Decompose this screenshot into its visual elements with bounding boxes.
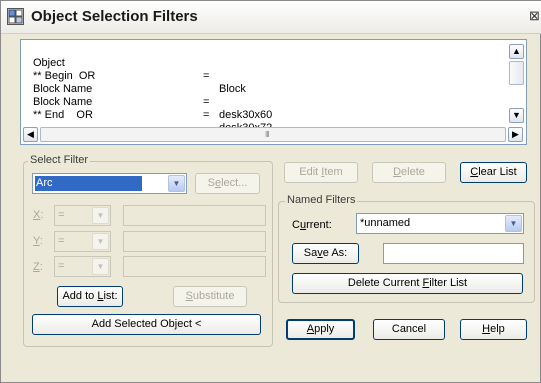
y-operator-value: = xyxy=(58,235,65,247)
filter-list[interactable]: Object = Block ** Begin OR Block Name = … xyxy=(20,39,527,145)
cancel-button[interactable]: Cancel xyxy=(373,319,445,340)
help-button[interactable]: Help xyxy=(460,319,527,340)
vertical-scroll-thumb[interactable] xyxy=(509,61,524,85)
y-value-field[interactable] xyxy=(123,231,266,252)
x-operator-combo[interactable]: = ▼ xyxy=(54,205,111,226)
current-filter-combo[interactable]: *unnamed ▼ xyxy=(356,213,524,234)
horizontal-scroll-thumb[interactable]: III xyxy=(40,127,506,142)
filter-dialog-icon xyxy=(7,8,24,25)
z-operator-combo[interactable]: = ▼ xyxy=(54,256,111,277)
chevron-down-icon[interactable]: ▼ xyxy=(92,258,109,275)
add-selected-object-button[interactable]: Add Selected Object < xyxy=(32,314,261,335)
scroll-down-icon[interactable]: ▼ xyxy=(509,108,524,123)
filter-type-value: Arc xyxy=(36,177,53,189)
y-label: Y: xyxy=(33,235,43,247)
scroll-left-icon[interactable]: ◀ xyxy=(23,127,38,142)
close-icon[interactable]: ⊠ xyxy=(529,8,540,24)
chevron-down-icon[interactable]: ▼ xyxy=(505,215,522,232)
title-bar[interactable]: Object Selection Filters ⊠ xyxy=(1,1,541,34)
list-item[interactable]: ** Begin OR xyxy=(33,57,95,82)
horizontal-scrollbar[interactable]: ◀ III ▶ xyxy=(22,126,525,143)
chevron-down-icon[interactable]: ▼ xyxy=(92,207,109,224)
delete-button[interactable]: Delete xyxy=(372,162,446,183)
x-label: X: xyxy=(33,209,44,221)
named-filters-label: Named Filters xyxy=(285,194,358,206)
clear-list-button[interactable]: Clear List xyxy=(460,162,527,183)
vertical-scrollbar[interactable]: ▲ ▼ xyxy=(508,41,525,126)
list-item[interactable]: Block Name = desk30x60 xyxy=(33,70,272,121)
scroll-right-icon[interactable]: ▶ xyxy=(508,127,523,142)
chevron-down-icon[interactable]: ▼ xyxy=(92,233,109,250)
z-label: Z: xyxy=(33,261,43,273)
z-value-field[interactable] xyxy=(123,256,266,277)
substitute-button[interactable]: Substitute xyxy=(173,286,247,307)
edit-item-button[interactable]: Edit Item xyxy=(284,162,358,183)
apply-button[interactable]: Apply xyxy=(286,319,355,340)
list-item[interactable]: Block Name = desk30x72 xyxy=(33,83,272,134)
select-filter-label: Select Filter xyxy=(28,154,91,166)
add-to-list-button[interactable]: Add to List: xyxy=(57,286,123,307)
list-item[interactable]: Object = Block xyxy=(33,44,246,95)
z-operator-value: = xyxy=(58,260,65,272)
chevron-down-icon[interactable]: ▼ xyxy=(168,175,185,192)
save-as-name-field[interactable] xyxy=(383,243,524,264)
object-selection-filters-dialog: Object Selection Filters ⊠ Object = Bloc… xyxy=(0,0,541,383)
delete-current-filter-list-button[interactable]: Delete Current Filter List xyxy=(292,273,523,294)
list-item[interactable]: ** End OR xyxy=(33,96,93,121)
dialog-title: Object Selection Filters xyxy=(31,8,198,25)
save-as-button[interactable]: Save As: xyxy=(292,243,359,264)
scroll-up-icon[interactable]: ▲ xyxy=(509,44,524,59)
x-value-field[interactable] xyxy=(123,205,266,226)
current-filter-value: *unnamed xyxy=(360,217,411,229)
filter-type-combo[interactable]: Arc ▼ xyxy=(32,173,187,194)
y-operator-combo[interactable]: = ▼ xyxy=(54,231,111,252)
x-operator-value: = xyxy=(58,209,65,221)
scroll-grip: III xyxy=(265,130,270,139)
current-label: Current: xyxy=(292,219,332,231)
select-button[interactable]: Select... xyxy=(195,173,260,194)
